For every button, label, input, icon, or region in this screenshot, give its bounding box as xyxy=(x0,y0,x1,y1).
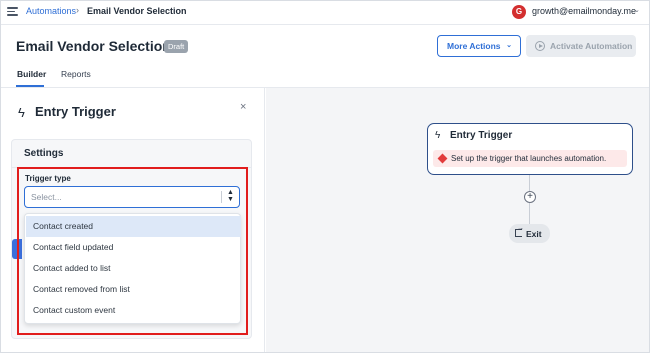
chevron-down-icon[interactable]: ⌄ xyxy=(634,6,640,14)
breadcrumb-automations-link[interactable]: Automations xyxy=(26,6,76,16)
account-email[interactable]: growth@emailmonday.me xyxy=(532,6,636,16)
breadcrumb-separator: › xyxy=(76,5,79,15)
lightning-icon: ϟ xyxy=(18,105,25,120)
more-actions-button[interactable]: More Actions ⌄ xyxy=(437,35,521,57)
page-title: Email Vendor Selection xyxy=(16,38,171,54)
warning-text: Set up the trigger that launches automat… xyxy=(451,154,607,163)
panel-title: Entry Trigger xyxy=(35,104,116,119)
more-actions-label: More Actions xyxy=(447,41,501,51)
close-icon[interactable]: × xyxy=(240,101,246,113)
exit-icon xyxy=(515,225,524,237)
hamburger-menu-icon[interactable] xyxy=(7,7,18,16)
status-badge: Draft xyxy=(164,40,189,53)
tab-reports[interactable]: Reports xyxy=(61,69,91,79)
activate-automation-label: Activate Automation xyxy=(550,41,633,51)
lightning-icon: ϟ xyxy=(435,130,441,141)
chevron-down-icon: ⌄ xyxy=(506,42,512,49)
connector-line xyxy=(529,175,530,191)
connector-line xyxy=(529,203,530,224)
breadcrumb-current: Email Vendor Selection xyxy=(87,6,187,16)
activate-automation-button[interactable]: Activate Automation xyxy=(526,35,636,57)
settings-heading: Settings xyxy=(24,148,64,159)
annotation-highlight-box xyxy=(17,167,248,335)
exit-label: Exit xyxy=(526,229,542,239)
play-icon xyxy=(535,41,545,51)
node-title: Entry Trigger xyxy=(450,130,513,141)
tab-builder[interactable]: Builder xyxy=(17,69,46,79)
avatar[interactable]: G xyxy=(512,5,526,19)
add-step-button[interactable]: + xyxy=(524,191,536,203)
